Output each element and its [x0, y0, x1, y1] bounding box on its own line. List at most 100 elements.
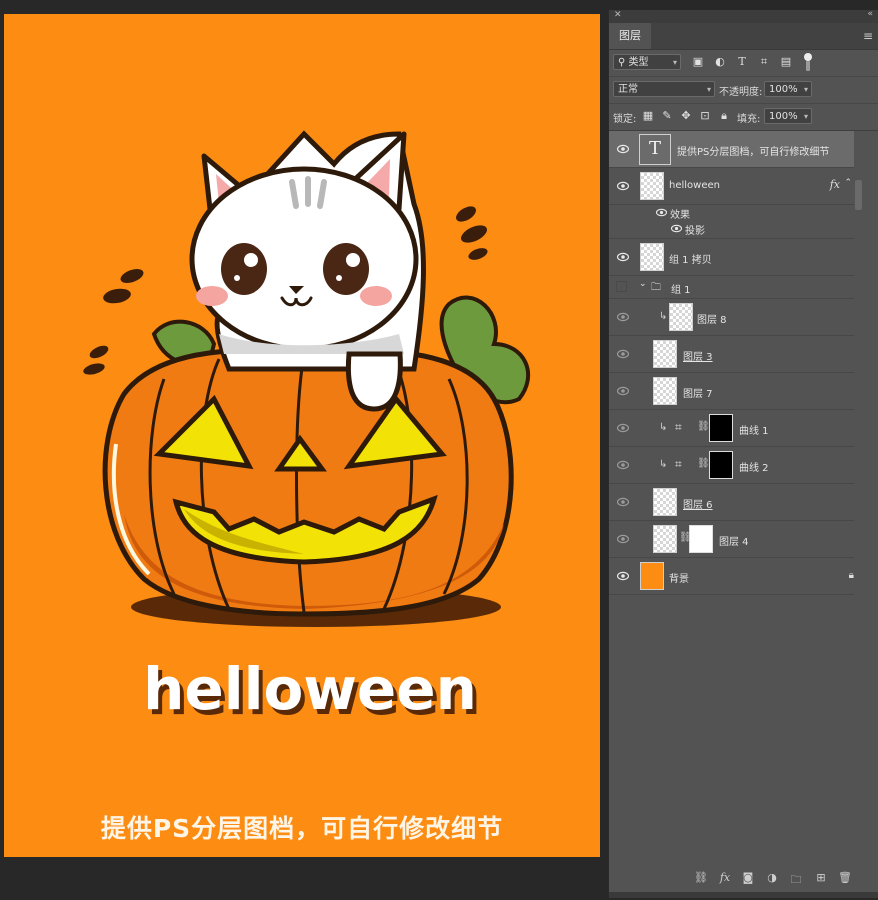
lock-label: 锁定:	[613, 114, 637, 125]
layer-name: 提供PS分层图档，可自行修改细节	[677, 147, 830, 158]
document-canvas[interactable]: helloween helloween 提供PS分层图档，可自行修改细节	[4, 14, 600, 857]
opacity-label: 不透明度:	[719, 87, 763, 98]
visibility-eye-icon[interactable]	[617, 312, 629, 322]
tab-layers[interactable]: 图层	[609, 23, 651, 49]
visibility-eye-icon[interactable]	[617, 534, 629, 544]
visibility-eye-icon[interactable]	[617, 386, 629, 396]
layer-name: 组 1 拷贝	[669, 255, 712, 266]
layer-row-layer6[interactable]: 图层 6	[609, 484, 854, 521]
layer-row-text[interactable]: T 提供PS分层图档，可自行修改细节	[609, 131, 854, 168]
smart-object-filter-icon[interactable]: ▤	[779, 55, 793, 68]
visibility-eye-icon[interactable]	[617, 497, 629, 507]
add-layer-style-icon[interactable]: fx	[717, 871, 733, 884]
effects-label: 效果	[670, 210, 690, 221]
layer-mask-thumbnail	[709, 414, 733, 442]
trash-icon[interactable]: 🗑︎	[837, 871, 853, 884]
layer-row-helloween[interactable]: helloween fx ⌃	[609, 168, 854, 205]
caption-text: 提供PS分层图档，可自行修改细节	[100, 814, 504, 843]
add-mask-icon[interactable]: ◙	[740, 871, 756, 884]
layer-filter-row: ⚲ 类型 ▾ ▣ ◐ T ⌗ ▤	[609, 50, 878, 77]
fx-icon[interactable]: fx	[830, 178, 840, 191]
layer-name: helloween	[669, 180, 720, 191]
layer-row-curves2[interactable]: ↳ ⌗ ⛓︎ 曲线 2	[609, 447, 854, 484]
layer-name: 图层 4	[719, 537, 749, 548]
layer-name: 曲线 1	[739, 426, 769, 437]
adjustment-layer-filter-icon[interactable]: ◐	[713, 55, 727, 68]
chevron-down-icon: ▾	[803, 85, 808, 94]
chevron-down-icon: ▾	[803, 112, 808, 121]
visibility-eye-icon[interactable]	[617, 460, 629, 470]
opacity-input[interactable]: 100% ▾	[764, 81, 812, 97]
layer-name: 图层 6	[683, 500, 713, 511]
chevron-down-icon[interactable]: ⌄	[639, 279, 647, 289]
layer-row-curves1[interactable]: ↳ ⌗ ⛓︎ 曲线 1	[609, 410, 854, 447]
visibility-toggle[interactable]	[616, 281, 627, 292]
chevron-up-icon[interactable]: ⌃	[844, 178, 852, 188]
search-icon: ⚲	[618, 57, 626, 68]
panel-menu-icon[interactable]: ≡	[863, 29, 873, 43]
layer-list: T 提供PS分层图档，可自行修改细节 helloween fx ⌃ 效果 投影 …	[609, 131, 854, 597]
lock-all-icon[interactable]: 🔒︎	[717, 109, 731, 123]
collapse-panel-icon[interactable]: «	[867, 9, 873, 19]
lock-brush-icon[interactable]: ✎	[660, 109, 674, 122]
layer-thumbnail	[640, 243, 664, 271]
visibility-eye-icon[interactable]	[655, 208, 668, 220]
layer-mask-thumbnail	[709, 451, 733, 479]
artboard-lock-icon[interactable]: ⊡	[698, 109, 712, 122]
link-icon[interactable]: ⛓︎	[697, 458, 710, 469]
visibility-eye-icon[interactable]	[617, 144, 629, 154]
chevron-down-icon: ▾	[672, 58, 677, 67]
close-panel-icon[interactable]: ✕	[614, 10, 622, 20]
blend-mode-select[interactable]: 正常 ▾	[613, 81, 715, 97]
visibility-eye-icon[interactable]	[617, 181, 629, 191]
clipping-mask-icon: ↳	[659, 459, 668, 470]
folder-icon: 🗀︎	[651, 282, 661, 293]
new-group-icon[interactable]: 🗀︎	[788, 871, 804, 890]
layer-thumbnail	[669, 303, 693, 331]
layer-row-layer8[interactable]: ↳ 图层 8	[609, 299, 854, 336]
visibility-eye-icon[interactable]	[670, 224, 683, 236]
layer-list-scroll-thumb[interactable]	[855, 180, 862, 210]
layer-row-layer4[interactable]: ⛓︎ 图层 4	[609, 521, 854, 558]
layer-name: 组 1	[671, 285, 691, 296]
filter-kind-select[interactable]: ⚲ 类型 ▾	[613, 54, 681, 70]
layer-thumbnail	[653, 525, 677, 553]
layer-row-layer7[interactable]: 图层 7	[609, 373, 854, 410]
layer-name: 背景	[669, 574, 689, 585]
layer-thumbnail	[640, 172, 664, 200]
clipping-mask-icon: ↳	[659, 422, 668, 433]
layer-row-layer3[interactable]: 图层 3	[609, 336, 854, 373]
visibility-eye-icon[interactable]	[617, 423, 629, 433]
layer-effects-row[interactable]: 效果 投影	[609, 205, 854, 239]
layer-row-group1-copy[interactable]: 组 1 拷贝	[609, 239, 854, 276]
filter-toggle-switch[interactable]	[804, 53, 812, 71]
fill-input[interactable]: 100% ▾	[764, 108, 812, 124]
layer-name: 图层 8	[697, 315, 727, 326]
new-layer-icon[interactable]: ⊞	[813, 871, 829, 884]
pixel-layer-filter-icon[interactable]: ▣	[691, 55, 705, 68]
visibility-eye-icon[interactable]	[617, 252, 629, 262]
layer-thumbnail	[640, 562, 664, 590]
shape-layer-filter-icon[interactable]: ⌗	[757, 55, 771, 69]
layer-name: 图层 7	[683, 389, 713, 400]
panel-footer: ⛓︎ fx ◙ ◑ 🗀︎ ⊞ 🗑︎	[609, 868, 878, 890]
blend-row: 正常 ▾ 不透明度: 100% ▾	[609, 77, 878, 104]
visibility-eye-icon[interactable]	[617, 349, 629, 359]
panel-horizontal-scrollbar[interactable]	[609, 892, 878, 898]
lock-position-icon[interactable]: ✥	[679, 109, 693, 122]
clipping-mask-icon: ↳	[659, 311, 668, 322]
new-adjustment-layer-icon[interactable]: ◑	[764, 871, 780, 884]
chevron-down-icon: ▾	[706, 85, 711, 94]
layer-name: 图层 3	[683, 352, 713, 363]
type-layer-filter-icon[interactable]: T	[735, 55, 749, 68]
lock-row: 锁定: ▦ ✎ ✥ ⊡ 🔒︎ 填充: 100% ▾	[609, 104, 878, 131]
layer-row-background[interactable]: 背景 🔒︎	[609, 558, 854, 595]
drop-shadow-label: 投影	[685, 226, 705, 237]
layer-row-group1[interactable]: ⌄ 🗀︎ 组 1	[609, 276, 854, 299]
layer-thumbnail	[653, 377, 677, 405]
type-layer-thumbnail: T	[639, 134, 671, 165]
link-icon[interactable]: ⛓︎	[697, 421, 710, 432]
lock-transparent-icon[interactable]: ▦	[641, 109, 655, 122]
visibility-eye-icon[interactable]	[617, 571, 629, 581]
link-layers-icon[interactable]: ⛓︎	[693, 871, 709, 884]
